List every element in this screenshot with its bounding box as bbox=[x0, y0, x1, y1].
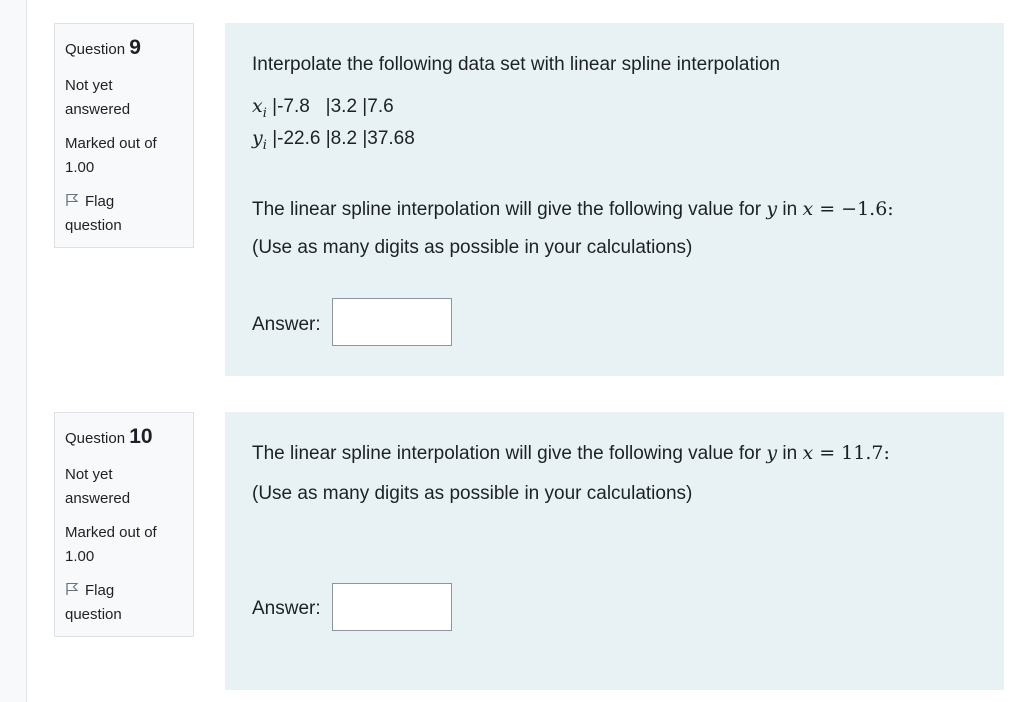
var-x: x bbox=[802, 198, 814, 220]
var-y: y bbox=[766, 442, 778, 464]
x-subscript: i bbox=[262, 105, 267, 121]
var-x: x bbox=[802, 442, 814, 464]
question-label: Question bbox=[65, 430, 126, 447]
calculation-hint: (Use as many digits as possible in your … bbox=[252, 483, 693, 504]
question-text-mid: in bbox=[777, 443, 803, 464]
question-text: The linear spline interpolation will giv… bbox=[252, 198, 894, 221]
var-y: y bbox=[766, 198, 778, 220]
grade-line-1: Marked out of bbox=[65, 135, 157, 152]
answer-input[interactable] bbox=[332, 583, 452, 631]
question-text: The linear spline interpolation will giv… bbox=[252, 442, 890, 465]
y-symbol: y bbox=[252, 127, 263, 149]
x-value: = −1.6: bbox=[813, 198, 894, 220]
flag-icon bbox=[66, 582, 79, 595]
flag-question-link[interactable]: Flag question bbox=[65, 190, 193, 238]
question-grade: Marked out of 1.00 bbox=[65, 521, 193, 569]
state-line-2: answered bbox=[65, 101, 131, 118]
question-text-before: The linear spline interpolation will giv… bbox=[252, 443, 767, 464]
question-text-mid: in bbox=[777, 199, 803, 220]
flag-label-2[interactable]: question bbox=[65, 214, 193, 238]
state-line-1: Not yet bbox=[65, 77, 113, 94]
question-number: Question 10 bbox=[65, 425, 193, 449]
answer-input[interactable] bbox=[332, 298, 452, 346]
y-values: |-22.6 |8.2 |37.68 bbox=[272, 128, 415, 149]
question-number: Question 9 bbox=[65, 36, 193, 60]
question-content: Interpolate the following data set with … bbox=[225, 23, 1004, 376]
question-number-value: 10 bbox=[129, 425, 153, 448]
grade-line-2: 1.00 bbox=[65, 159, 95, 176]
question-info: Question 10 Not yet answered Marked out … bbox=[54, 412, 194, 637]
grade-line-2: 1.00 bbox=[65, 548, 95, 565]
flag-question-link[interactable]: Flag question bbox=[65, 579, 193, 627]
flag-label-1[interactable]: Flag bbox=[85, 582, 114, 599]
question-grade: Marked out of 1.00 bbox=[65, 132, 193, 180]
page-left-strip bbox=[0, 0, 27, 702]
question-number-value: 9 bbox=[129, 36, 141, 59]
question-info: Question 9 Not yet answered Marked out o… bbox=[54, 23, 194, 248]
answer-label: Answer: bbox=[252, 598, 321, 619]
question-state: Not yet answered bbox=[65, 463, 193, 511]
state-line-2: answered bbox=[65, 490, 131, 507]
state-line-1: Not yet bbox=[65, 466, 113, 483]
answer-label: Answer: bbox=[252, 314, 321, 335]
grade-line-1: Marked out of bbox=[65, 524, 157, 541]
flag-label-2[interactable]: question bbox=[65, 603, 193, 627]
question-text-before: The linear spline interpolation will giv… bbox=[252, 199, 767, 220]
y-subscript: i bbox=[262, 137, 267, 153]
flag-icon bbox=[66, 193, 79, 206]
calculation-hint: (Use as many digits as possible in your … bbox=[252, 237, 693, 258]
x-value: = 11.7: bbox=[813, 442, 890, 464]
question-content: The linear spline interpolation will giv… bbox=[225, 412, 1004, 690]
data-row-y: yi |-22.6 |8.2 |37.68 bbox=[252, 127, 415, 153]
question-state: Not yet answered bbox=[65, 74, 193, 122]
data-row-x: xi |-7.8 |3.2 |7.6 bbox=[252, 95, 394, 121]
question-label: Question bbox=[65, 41, 126, 58]
flag-label-1[interactable]: Flag bbox=[85, 193, 114, 210]
x-values: |-7.8 |3.2 |7.6 bbox=[272, 96, 394, 117]
x-symbol: x bbox=[252, 95, 263, 117]
question-prompt: Interpolate the following data set with … bbox=[252, 54, 781, 75]
